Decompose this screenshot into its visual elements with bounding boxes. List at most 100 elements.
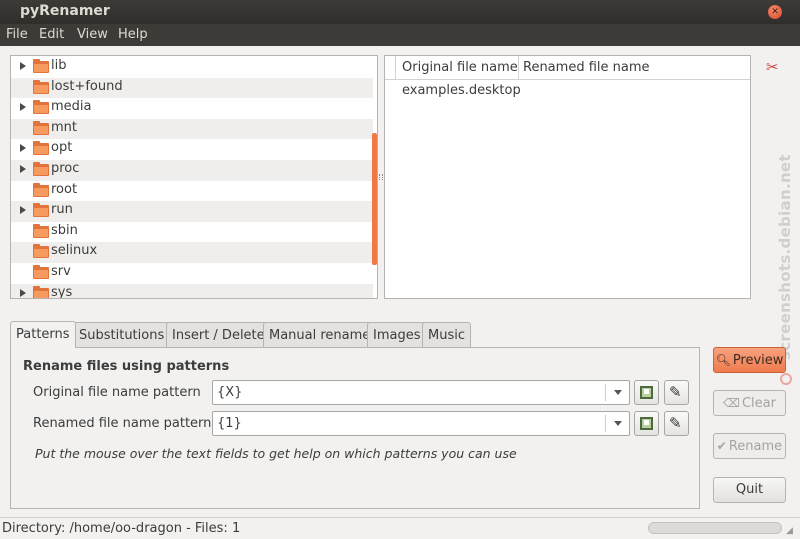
tree-item[interactable]: proc: [11, 160, 373, 181]
expand-arrow-icon[interactable]: [20, 144, 26, 153]
tree-item[interactable]: root: [11, 181, 373, 202]
window-title: pyRenamer: [20, 3, 110, 19]
directory-tree[interactable]: lib lost+found media mnt opt proc root run sbin s…: [10, 55, 378, 299]
column-renamed-name[interactable]: Renamed file name: [518, 56, 750, 80]
folder-icon: [33, 120, 49, 135]
tree-item-label: run: [51, 202, 73, 218]
menu-help[interactable]: Help: [118, 27, 148, 42]
tree-item-label: selinux: [51, 243, 98, 259]
save-renamed-pattern-button[interactable]: [634, 411, 659, 436]
expand-arrow-icon[interactable]: [20, 62, 26, 70]
tree-item-label: mnt: [51, 119, 77, 135]
checkmark-icon: ✔: [716, 439, 727, 453]
renamed-pattern-label: Renamed file name pattern: [33, 416, 212, 431]
folder-icon: [33, 59, 49, 73]
tree-item[interactable]: srv: [11, 263, 373, 284]
folder-icon: [33, 141, 49, 156]
expand-arrow-icon[interactable]: [20, 103, 26, 112]
tree-item-label: srv: [51, 264, 71, 279]
tab-patterns[interactable]: Patterns: [10, 321, 76, 348]
expand-arrow-icon[interactable]: [20, 206, 26, 215]
tab-music[interactable]: Music: [422, 322, 471, 348]
save-original-pattern-button[interactable]: [634, 380, 659, 405]
magnifier-icon: 🔍︎: [715, 353, 731, 367]
tree-scrollbar[interactable]: [372, 133, 377, 265]
rename-label: Rename: [728, 439, 783, 454]
tree-item[interactable]: lib: [11, 57, 373, 78]
menu-bar: File Edit View Help: [0, 24, 800, 46]
menu-view[interactable]: View: [77, 27, 108, 42]
rename-button[interactable]: ✔ Rename: [713, 433, 786, 459]
status-text: Directory: /home/oo-dragon - Files: 1: [2, 521, 241, 536]
expand-arrow-icon[interactable]: [20, 165, 26, 173]
original-pattern-label: Original file name pattern: [33, 385, 201, 400]
tree-item[interactable]: selinux: [11, 242, 373, 263]
save-pattern-icon: [640, 386, 653, 399]
tab-images[interactable]: Images: [367, 322, 427, 348]
edit-pattern-icon: ✎: [669, 383, 682, 401]
preview-button[interactable]: 🔍︎ Preview: [713, 347, 786, 373]
menu-file[interactable]: File: [6, 27, 28, 42]
folder-icon: [33, 203, 49, 218]
original-pattern-value[interactable]: {X}: [217, 385, 242, 400]
folder-icon: [33, 79, 49, 94]
close-window-button[interactable]: ✕: [768, 5, 782, 19]
resize-grip-icon[interactable]: ◢: [786, 526, 793, 536]
folder-icon: [33, 100, 49, 115]
folder-icon: [33, 244, 49, 259]
tab-insert-delete[interactable]: Insert / Delete: [166, 322, 271, 348]
chevron-down-icon[interactable]: [614, 390, 622, 395]
column-original-name[interactable]: Original file name: [395, 56, 519, 80]
pane-divider-handle[interactable]: [379, 174, 383, 180]
tree-item-label: lib: [51, 58, 67, 73]
combo-separator: [605, 384, 606, 401]
tree-item-label: lost+found: [51, 78, 123, 94]
clear-icon: ⌫: [723, 396, 740, 410]
section-title: Rename files using patterns: [23, 359, 230, 374]
tree-item[interactable]: mnt: [11, 118, 373, 140]
watermark: screenshots.debian.net: [776, 154, 794, 360]
renamed-pattern-value[interactable]: {1}: [217, 416, 242, 431]
watermark-logo: [780, 373, 792, 385]
combo-separator: [605, 415, 606, 432]
folder-icon: [33, 162, 49, 176]
tree-item-label: media: [51, 99, 92, 115]
tree-item[interactable]: sys: [11, 283, 373, 299]
edit-renamed-pattern-button[interactable]: ✎: [664, 411, 689, 436]
file-list-header: Original file name Renamed file name: [385, 56, 750, 80]
tree-item[interactable]: media: [11, 98, 373, 119]
patterns-panel: Rename files using patterns Original fil…: [10, 347, 700, 509]
pattern-hint: Put the mouse over the text fields to ge…: [35, 446, 517, 461]
clear-label: Clear: [741, 396, 776, 411]
original-pattern-combo[interactable]: {X}: [212, 380, 630, 405]
file-row[interactable]: examples.desktop: [402, 83, 521, 98]
tree-item[interactable]: sbin: [11, 222, 373, 243]
tree-item-label: opt: [51, 140, 73, 156]
tools-icon[interactable]: ✂: [766, 59, 782, 75]
status-bar: Directory: /home/oo-dragon - Files: 1 ◢: [0, 517, 800, 539]
folder-icon: [33, 285, 49, 298]
tree-item-label: sbin: [51, 222, 78, 238]
quit-button[interactable]: Quit: [713, 477, 786, 503]
expand-arrow-icon[interactable]: [20, 288, 26, 297]
folder-icon: [33, 223, 49, 238]
chevron-down-icon[interactable]: [614, 421, 622, 426]
tree-item-label: root: [51, 181, 78, 197]
save-pattern-icon: [640, 417, 653, 430]
file-list[interactable]: Original file name Renamed file name exa…: [384, 55, 751, 299]
tree-item-label: sys: [51, 284, 73, 299]
edit-pattern-icon: ✎: [669, 414, 682, 432]
tree-item-label: proc: [51, 161, 80, 176]
tree-item[interactable]: run: [11, 201, 373, 222]
preview-label: Preview: [732, 353, 784, 368]
progress-bar: [648, 522, 782, 534]
tree-item[interactable]: opt: [11, 139, 373, 160]
title-bar: pyRenamer ✕: [0, 0, 800, 24]
tab-manual-rename[interactable]: Manual rename: [263, 322, 377, 348]
renamed-pattern-combo[interactable]: {1}: [212, 411, 630, 436]
edit-original-pattern-button[interactable]: ✎: [664, 380, 689, 405]
menu-edit[interactable]: Edit: [39, 27, 64, 42]
tree-item[interactable]: lost+found: [11, 77, 373, 99]
tab-substitutions[interactable]: Substitutions: [73, 322, 171, 348]
clear-button[interactable]: ⌫ Clear: [713, 390, 786, 416]
